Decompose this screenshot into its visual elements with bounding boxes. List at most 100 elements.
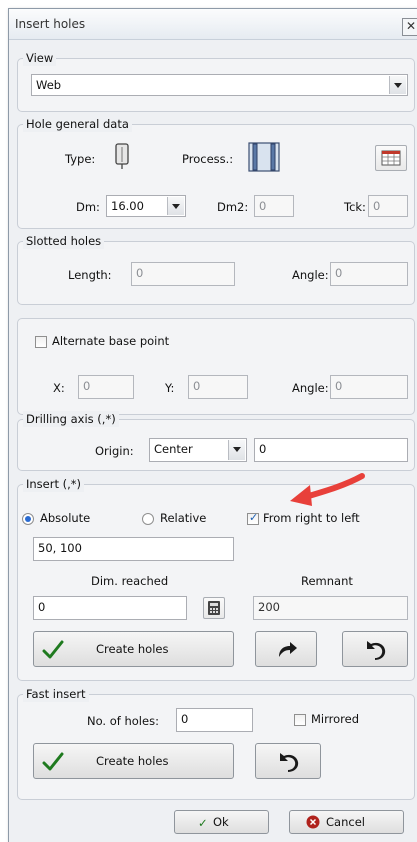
fast-undo-button[interactable]: [255, 743, 321, 779]
dm-select[interactable]: 16.00: [106, 195, 186, 217]
coordinates-field[interactable]: 50, 100: [33, 537, 234, 561]
num-holes-label: No. of holes:: [87, 714, 159, 728]
hole-type-icon: [115, 143, 129, 169]
ok-label: Ok: [213, 815, 229, 829]
alternate-base-checkbox[interactable]: [35, 336, 47, 348]
tck-value: 0: [373, 199, 381, 213]
y-label: Y:: [165, 381, 175, 395]
view-select-value: Web: [36, 78, 62, 92]
chevron-down-icon: [389, 76, 406, 94]
hole-type-button[interactable]: [111, 142, 133, 172]
mirrored-label: Mirrored: [311, 712, 360, 726]
absolute-radio[interactable]: [22, 513, 34, 525]
redo-arrow-icon: [279, 642, 297, 657]
y-field[interactable]: 0: [188, 375, 248, 399]
slot-length-field[interactable]: 0: [131, 262, 235, 286]
alt-angle-field[interactable]: 0: [330, 375, 408, 399]
slotted-holes-label: Slotted holes: [23, 233, 105, 249]
process-button[interactable]: [248, 141, 280, 173]
title-bar: Insert holes ✕: [9, 9, 417, 40]
alternate-base-group: Alternate base point X: 0 Y: 0 Angle: 0: [17, 318, 415, 415]
fast-create-holes-button[interactable]: Create holes: [33, 743, 234, 779]
slot-angle-label: Angle:: [292, 268, 329, 282]
create-holes-button[interactable]: Create holes: [33, 631, 234, 667]
x-value: 0: [83, 379, 91, 393]
table-icon: [381, 150, 401, 166]
relative-radio[interactable]: [142, 513, 154, 525]
undo-arrow-icon: [280, 753, 299, 772]
process-icon: [248, 142, 280, 172]
slotted-holes-group: Slotted holes Length: 0 Angle: 0: [17, 233, 415, 305]
table-button[interactable]: [375, 145, 407, 171]
type-label: Type:: [65, 152, 96, 166]
drilling-value: 0: [259, 442, 267, 456]
right-to-left-checkbox[interactable]: [247, 511, 259, 525]
dim-reached-field[interactable]: 0: [33, 596, 187, 620]
process-label: Process.:: [182, 152, 234, 166]
hole-general-group: Hole general data Type: Process.: Dm: 16…: [17, 116, 415, 229]
calculator-icon: [208, 601, 220, 615]
remnant-value: 200: [258, 600, 280, 614]
create-holes-label: Create holes: [96, 642, 169, 656]
num-holes-field[interactable]: 0: [176, 708, 253, 732]
origin-select-value: Center: [154, 442, 193, 456]
x-label: X:: [53, 381, 65, 395]
close-icon: ✕: [405, 19, 417, 33]
mirrored-checkbox[interactable]: [294, 714, 306, 726]
dm-select-value: 16.00: [111, 199, 144, 213]
coordinates-value: 50, 100: [38, 541, 82, 555]
checkmark-icon: ✓: [198, 816, 208, 830]
right-to-left-label: From right to left: [263, 511, 360, 525]
view-group: View Web: [17, 50, 415, 112]
undo-arrow-icon: [367, 641, 386, 660]
slot-angle-field[interactable]: 0: [330, 262, 408, 286]
relative-label: Relative: [160, 511, 207, 525]
chevron-down-icon: [167, 197, 184, 215]
dm2-field[interactable]: 0: [254, 195, 294, 217]
chevron-down-icon: [228, 440, 245, 460]
num-holes-value: 0: [181, 712, 189, 726]
y-value: 0: [193, 379, 201, 393]
checkmark-icon: [42, 752, 64, 771]
dm-label: Dm:: [76, 200, 100, 214]
tck-label: Tck:: [344, 200, 366, 214]
calculator-button[interactable]: [203, 597, 225, 619]
cancel-icon: [306, 815, 320, 829]
hole-general-label: Hole general data: [23, 116, 132, 132]
annotation-arrow: [290, 473, 365, 506]
fast-insert-group: Fast insert No. of holes: 0 Mirrored Cre…: [17, 686, 415, 800]
drilling-value-field[interactable]: 0: [254, 438, 408, 462]
alt-angle-label: Angle:: [292, 381, 329, 395]
fast-create-holes-label: Create holes: [96, 754, 169, 768]
close-button[interactable]: ✕: [402, 18, 417, 36]
drilling-axis-label: Drilling axis (,*): [23, 411, 119, 427]
window-title: Insert holes: [15, 17, 86, 31]
length-label: Length:: [68, 268, 112, 282]
view-select[interactable]: Web: [31, 74, 408, 96]
checkmark-icon: [42, 640, 64, 659]
remnant-label: Remnant: [301, 574, 353, 588]
x-field[interactable]: 0: [78, 375, 134, 399]
slot-length-value: 0: [136, 266, 144, 280]
drilling-axis-group: Drilling axis (,*) Origin: Center 0: [17, 411, 415, 471]
redo-button[interactable]: [255, 631, 317, 667]
remnant-field[interactable]: 200: [253, 596, 408, 620]
undo-button[interactable]: [342, 631, 408, 667]
tck-field[interactable]: 0: [368, 195, 408, 217]
insert-group-label: Insert (,*): [23, 476, 85, 492]
absolute-label: Absolute: [40, 511, 91, 525]
fast-insert-label: Fast insert: [23, 686, 89, 702]
dim-reached-label: Dim. reached: [91, 574, 169, 588]
origin-label: Origin:: [95, 444, 134, 458]
alt-angle-value: 0: [335, 379, 343, 393]
view-group-label: View: [23, 50, 57, 66]
ok-button[interactable]: ✓ Ok: [174, 810, 269, 834]
dim-reached-value: 0: [38, 600, 46, 614]
cancel-button[interactable]: Cancel: [289, 810, 404, 834]
slot-angle-value: 0: [335, 266, 343, 280]
insert-group: Insert (,*) Absolute Relative From right…: [17, 476, 415, 681]
origin-select[interactable]: Center: [149, 438, 247, 462]
dm2-value: 0: [259, 199, 267, 213]
dm2-label: Dm2:: [217, 200, 249, 214]
cancel-label: Cancel: [326, 815, 365, 829]
